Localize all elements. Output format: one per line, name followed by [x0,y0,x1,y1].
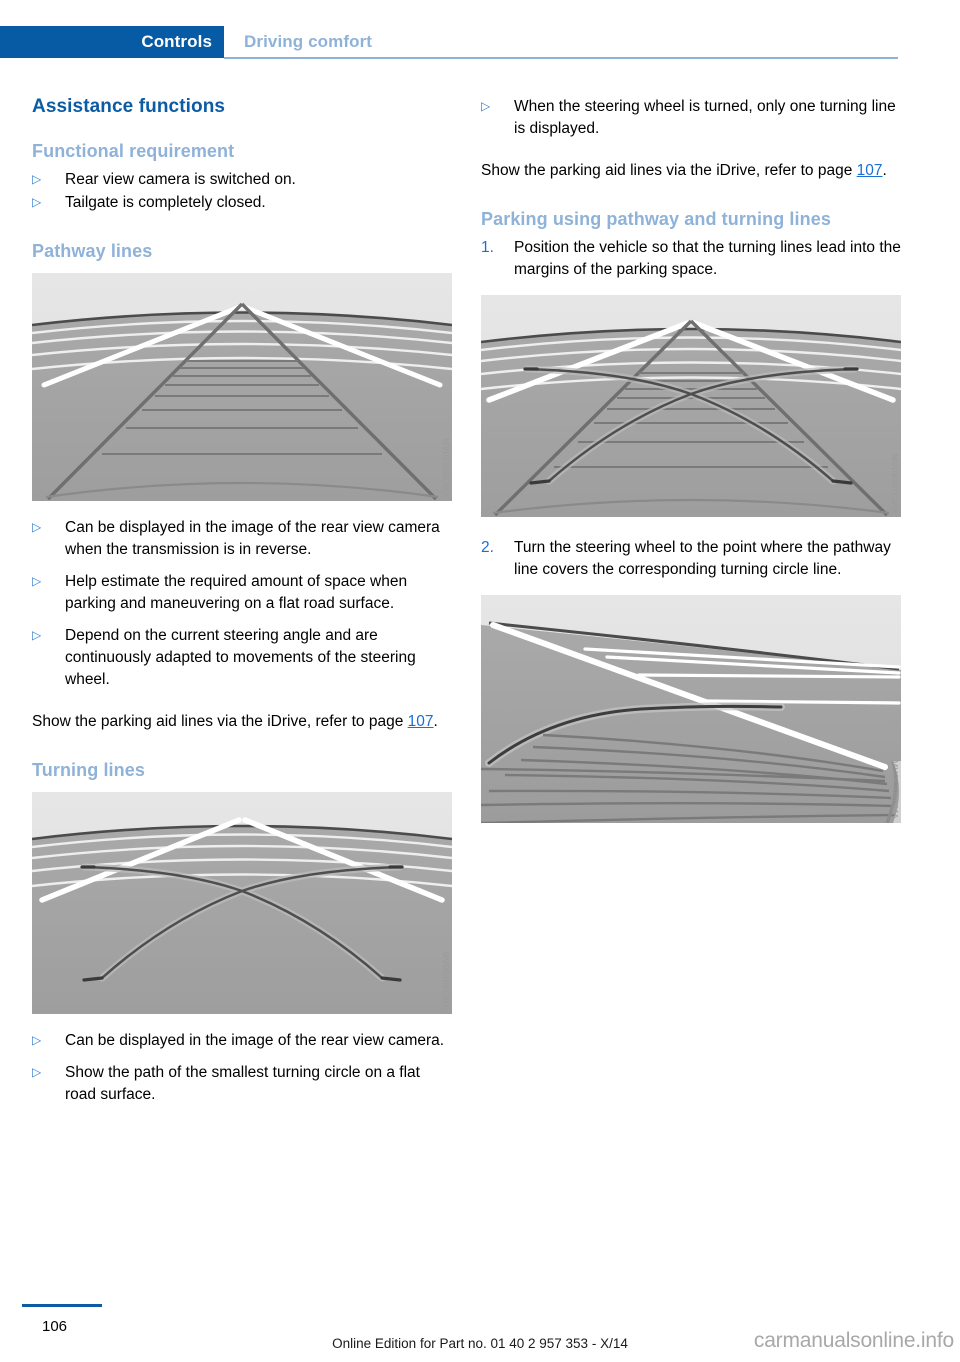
list-item-text: Can be displayed in the image of the rea… [65,1032,445,1050]
figure-pathway-lines: MV08305CMA [32,273,452,502]
parking-steps-list: 1. Position the vehicle so that the turn… [481,237,901,281]
turning-lines-extra-list: ▷ When the steering wheel is turned, onl… [481,96,901,140]
turning-lines-list: ▷ Can be displayed in the image of the r… [32,1030,452,1106]
list-item: ▷ Show the path of the smallest turning … [32,1062,452,1106]
list-item: ▷ When the steering wheel is turned, onl… [481,96,901,140]
list-item-text: Position the vehicle so that the turning… [514,239,901,279]
right-column: ▷ When the steering wheel is turned, onl… [481,96,901,824]
figure-code: MV08308CMA [890,759,900,820]
list-item-text: Help estimate the required amount of spa… [65,573,408,613]
list-item: 2. Turn the steering wheel to the point … [481,537,901,581]
bullet-triangle-icon: ▷ [32,574,42,589]
figure-pathway-lines-graphic [32,273,452,502]
list-item: ▷ Can be displayed in the image of the r… [32,1030,452,1052]
page-link-107[interactable]: 107 [408,713,434,730]
figure-turning-lines-graphic [32,792,452,1015]
note-suffix: . [882,162,887,179]
figure-code: MV08305CMA [441,437,451,498]
pathway-lines-list: ▷ Can be displayed in the image of the r… [32,517,452,691]
figure-parking-step-1: MV08307CMA [481,295,901,518]
step-number: 1. [481,239,494,257]
breadcrumb-tab-driving-comfort[interactable]: Driving comfort [244,26,372,58]
pathway-lines-note: Show the parking aid lines via the iDriv… [32,711,452,733]
figure-parking-step-2-graphic [481,595,901,824]
list-item: ▷ Depend on the current steering angle a… [32,625,452,691]
list-item-text: Can be displayed in the image of the rea… [65,519,440,559]
page-title: Assistance functions [32,96,226,117]
page-link-107[interactable]: 107 [857,162,883,179]
note-text: Show the parking aid lines via the iDriv… [32,713,408,731]
heading-functional-requirement: Functional requirement [32,141,235,161]
heading-parking-using-pathway-turning-lines: Parking using pathway and turning lines [481,209,831,229]
bullet-triangle-icon: ▷ [32,628,42,643]
figure-turning-lines: MV08306CMA [32,792,452,1015]
page-header: Controls Driving comfort [0,26,960,59]
list-item: ▷ Help estimate the required amount of s… [32,571,452,615]
step-number: 2. [481,539,494,557]
list-item: ▷ Rear view camera is switched on. [32,169,452,191]
bullet-triangle-icon: ▷ [32,1033,42,1048]
page-number: 106 [42,1318,68,1335]
figure-code: MV08307CMA [890,453,900,514]
list-item-text: When the steering wheel is turned, only … [514,98,896,137]
figure-code: MV08306CMA [441,950,451,1011]
figure-parking-step-1-graphic [481,295,901,518]
parking-steps-list-2: 2. Turn the steering wheel to the point … [481,537,901,581]
list-item-text: Turn the steering wheel to the point whe… [514,539,891,579]
footer-divider [22,1304,102,1307]
list-item-text: Tailgate is completely closed. [65,194,266,212]
note-suffix: . [433,713,438,731]
bullet-triangle-icon: ▷ [32,520,42,535]
right-column-note: Show the parking aid lines via the iDriv… [481,160,901,182]
bullet-triangle-icon: ▷ [481,99,491,113]
header-divider [224,57,898,59]
list-item: ▷ Can be displayed in the image of the r… [32,517,452,561]
watermark: carmanualsonline.info [753,1329,954,1352]
heading-turning-lines: Turning lines [32,760,145,781]
list-item-text: Rear view camera is switched on. [65,171,296,189]
bullet-triangle-icon: ▷ [32,1065,42,1080]
breadcrumb-tab-controls[interactable]: Controls [0,26,224,58]
figure-parking-step-2: MV08308CMA [481,595,901,824]
left-column: Assistance functions Functional requirem… [32,96,452,1116]
bullet-triangle-icon: ▷ [32,195,42,210]
list-item-text: Show the path of the smallest turning ci… [65,1064,420,1104]
list-item-text: Depend on the current steering angle and… [65,627,416,689]
list-item: ▷ Tailgate is completely closed. [32,192,452,214]
bullet-triangle-icon: ▷ [32,172,42,187]
note-text: Show the parking aid lines via the iDriv… [481,162,857,179]
list-item: 1. Position the vehicle so that the turn… [481,237,901,281]
heading-pathway-lines: Pathway lines [32,241,153,262]
functional-requirement-list: ▷ Rear view camera is switched on. ▷ Tai… [32,169,452,214]
